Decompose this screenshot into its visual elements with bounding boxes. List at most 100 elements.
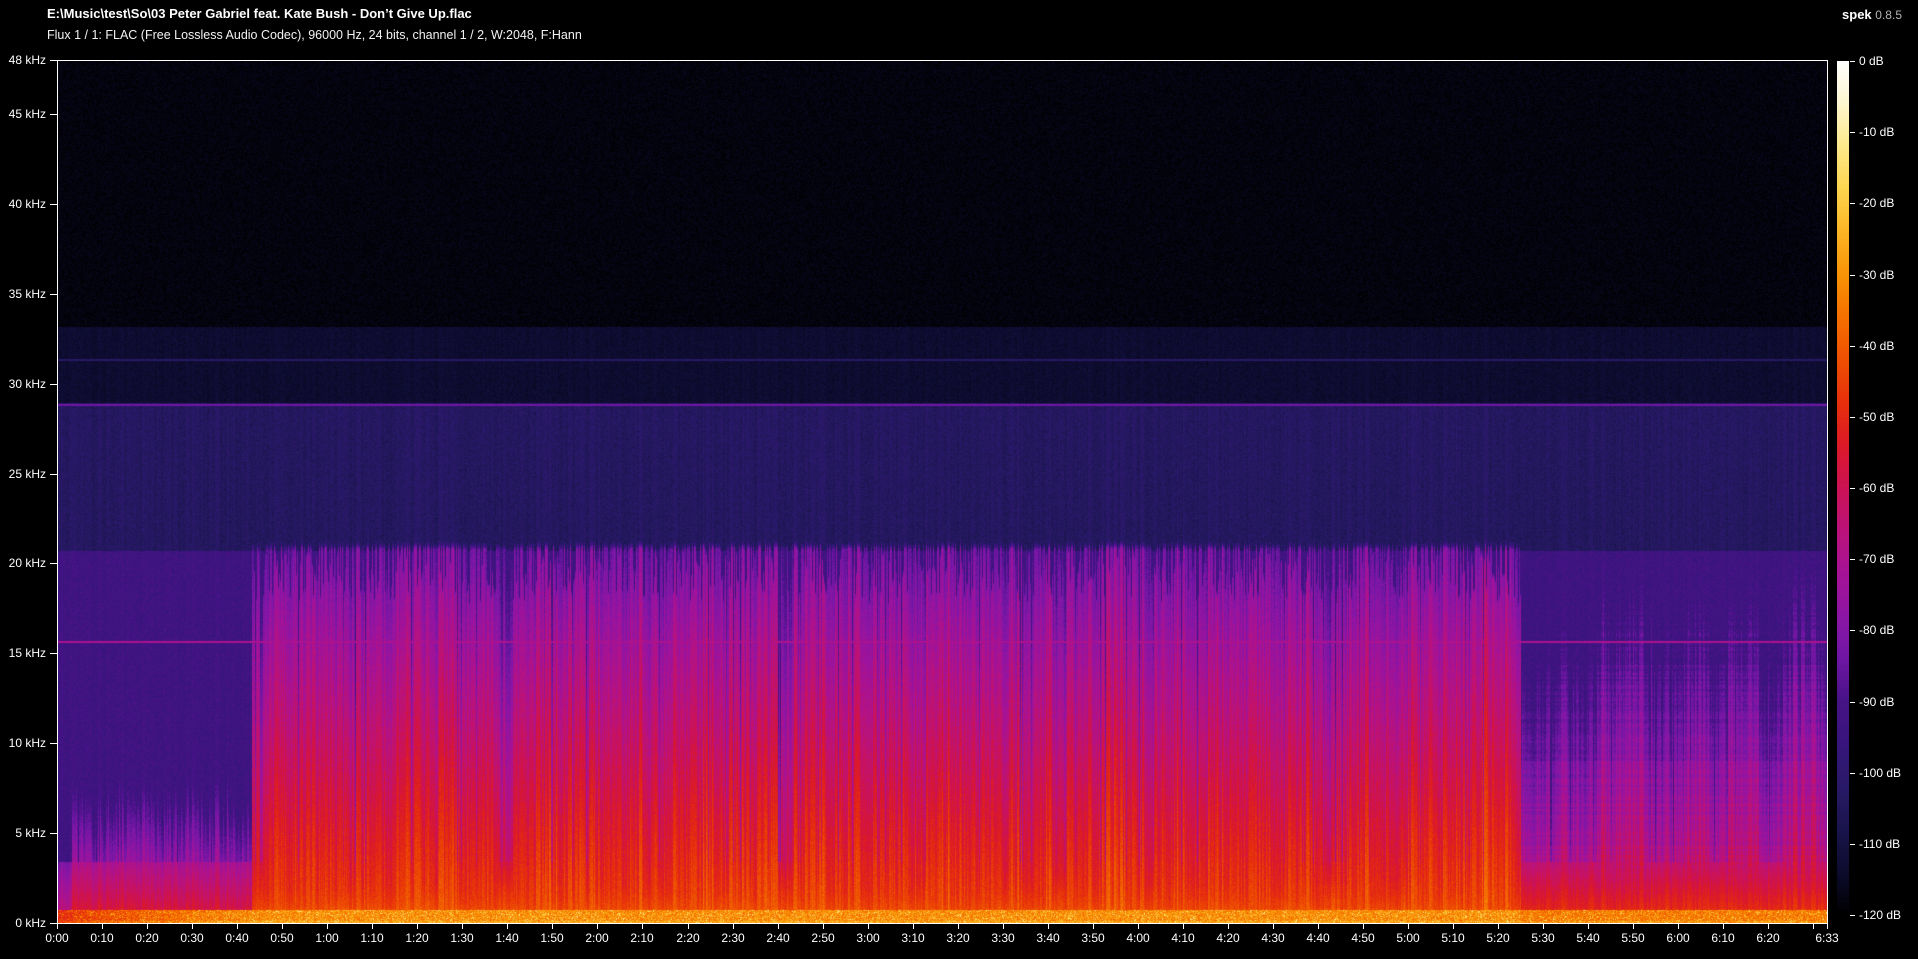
time-tick: [1827, 924, 1828, 929]
time-axis-label: 4:40: [1296, 932, 1340, 944]
time-tick: [462, 924, 463, 929]
freq-axis-label: 40 kHz: [0, 198, 46, 210]
freq-tick: [50, 653, 57, 654]
freq-tick: [50, 743, 57, 744]
legend-tick: [1850, 132, 1855, 133]
legend-label: -100 dB: [1859, 767, 1901, 779]
time-axis-label: 4:20: [1206, 932, 1250, 944]
freq-tick: [50, 923, 57, 924]
time-tick: [1498, 924, 1499, 929]
legend-label: -70 dB: [1859, 553, 1894, 565]
legend-label: -80 dB: [1859, 624, 1894, 636]
time-tick: [597, 924, 598, 929]
freq-axis-label: 45 kHz: [0, 108, 46, 120]
time-axis-label: 2:40: [756, 932, 800, 944]
time-axis-label: 3:20: [936, 932, 980, 944]
time-tick: [372, 924, 373, 929]
legend-label: -50 dB: [1859, 411, 1894, 423]
legend-tick: [1850, 417, 1855, 418]
legend-tick: [1850, 488, 1855, 489]
freq-tick: [50, 60, 57, 61]
time-tick: [1138, 924, 1139, 929]
time-tick: [733, 924, 734, 929]
time-axis-label: 4:00: [1116, 932, 1160, 944]
time-axis-label: 5:00: [1386, 932, 1430, 944]
freq-axis-label: 48 kHz: [0, 54, 46, 66]
time-axis-label: 2:30: [711, 932, 755, 944]
time-tick: [192, 924, 193, 929]
freq-tick: [50, 833, 57, 834]
time-axis-label: 0:20: [125, 932, 169, 944]
time-tick: [913, 924, 914, 929]
freq-axis-label: 20 kHz: [0, 557, 46, 569]
time-axis-label: 0:00: [35, 932, 79, 944]
time-tick: [868, 924, 869, 929]
legend-colorbar: [1837, 61, 1849, 916]
time-axis-label: 3:50: [1071, 932, 1115, 944]
time-tick: [417, 924, 418, 929]
time-axis-label: 6:10: [1701, 932, 1745, 944]
time-axis-label: 3:10: [891, 932, 935, 944]
legend-label: -110 dB: [1859, 838, 1900, 850]
app-brand: spek 0.8.5: [1842, 7, 1902, 22]
time-tick: [1678, 924, 1679, 929]
freq-tick: [50, 294, 57, 295]
time-tick: [1543, 924, 1544, 929]
stream-info: Flux 1 / 1: FLAC (Free Lossless Audio Co…: [47, 28, 582, 42]
file-path-title: E:\Music\test\So\03 Peter Gabriel feat. …: [47, 6, 472, 21]
legend-tick: [1850, 702, 1855, 703]
time-axis-label: 4:10: [1161, 932, 1205, 944]
time-axis-label: 1:20: [395, 932, 439, 944]
legend-label: -120 dB: [1859, 909, 1901, 921]
time-axis-label: 2:50: [801, 932, 845, 944]
time-tick: [1003, 924, 1004, 929]
time-tick: [552, 924, 553, 929]
freq-axis-label: 35 kHz: [0, 288, 46, 300]
time-axis-label: 3:00: [846, 932, 890, 944]
legend-label: -40 dB: [1859, 340, 1894, 352]
time-tick: [688, 924, 689, 929]
spectrogram-canvas: [58, 61, 1827, 923]
legend-tick: [1850, 559, 1855, 560]
legend-tick: [1850, 203, 1855, 204]
freq-axis-label: 30 kHz: [0, 378, 46, 390]
freq-tick: [50, 563, 57, 564]
time-tick: [1723, 924, 1724, 929]
time-axis-label: 5:10: [1431, 932, 1475, 944]
time-axis-label: 1:00: [305, 932, 349, 944]
time-axis-label: 3:30: [981, 932, 1025, 944]
legend-tick: [1850, 773, 1855, 774]
freq-tick: [50, 384, 57, 385]
time-tick: [1363, 924, 1364, 929]
time-axis-label: 4:50: [1341, 932, 1385, 944]
time-axis-label: 0:10: [80, 932, 124, 944]
spek-window: { "header": { "file_path": "E:\\Music\\t…: [0, 0, 1918, 959]
freq-axis-label: 25 kHz: [0, 468, 46, 480]
time-axis-label: 1:50: [530, 932, 574, 944]
time-axis-label: 5:30: [1521, 932, 1565, 944]
time-axis-label: 0:30: [170, 932, 214, 944]
time-tick: [57, 924, 58, 929]
time-tick: [1588, 924, 1589, 929]
legend-label: 0 dB: [1859, 55, 1884, 67]
time-tick: [1093, 924, 1094, 929]
time-tick: [1048, 924, 1049, 929]
time-axis-label: 2:20: [666, 932, 710, 944]
time-tick: [282, 924, 283, 929]
time-axis-label: 5:20: [1476, 932, 1520, 944]
freq-axis-label: 15 kHz: [0, 647, 46, 659]
time-tick: [1183, 924, 1184, 929]
time-tick: [958, 924, 959, 929]
time-tick: [327, 924, 328, 929]
time-tick: [778, 924, 779, 929]
time-tick: [147, 924, 148, 929]
legend-tick: [1850, 844, 1855, 845]
legend-tick: [1850, 630, 1855, 631]
time-tick: [1633, 924, 1634, 929]
time-axis-label: 6:20: [1746, 932, 1790, 944]
time-axis-label: 2:10: [620, 932, 664, 944]
time-tick: [1408, 924, 1409, 929]
legend-tick: [1850, 275, 1855, 276]
time-tick: [1228, 924, 1229, 929]
freq-axis-label: 10 kHz: [0, 737, 46, 749]
